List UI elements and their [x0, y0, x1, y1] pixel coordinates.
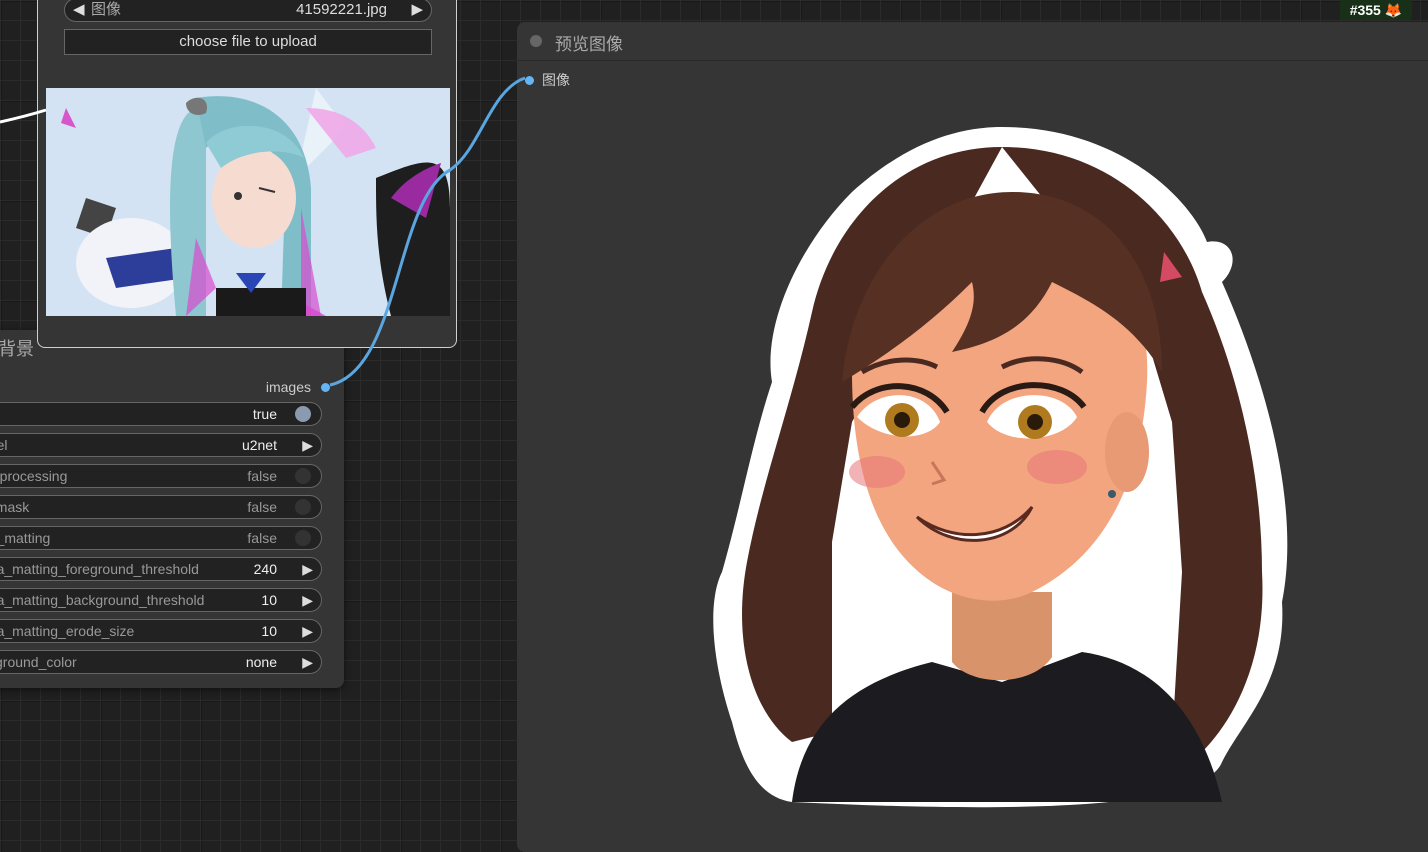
widget-label: y_mask	[0, 499, 30, 515]
combo-label: 图像	[91, 1, 122, 18]
anime-thumbnail-illustration	[46, 88, 450, 316]
preview-image	[713, 127, 1288, 808]
widget-value: false	[247, 530, 277, 546]
preview-image-node[interactable]: 预览图像 图像	[517, 22, 1428, 852]
combo-value: 41592221.jpg	[296, 1, 387, 18]
arrow-right-icon[interactable]: ▶	[302, 620, 313, 642]
collapse-dot-icon[interactable]	[530, 35, 542, 47]
fox-icon: 🦊	[1384, 2, 1403, 18]
arrow-right-icon[interactable]: ▶	[302, 651, 313, 673]
loaded-image-thumbnail	[46, 88, 450, 316]
toggle-off-icon[interactable]	[295, 468, 311, 484]
widget-value: 10	[261, 592, 277, 608]
widget-value: none	[245, 654, 277, 670]
widget-label: st_processing	[0, 468, 68, 484]
widget-only-mask[interactable]: y_mask false	[0, 495, 322, 519]
toggle-off-icon[interactable]	[295, 530, 311, 546]
queue-count: #355	[1349, 2, 1381, 18]
widget-value: u2net	[241, 437, 277, 453]
arrow-right-icon[interactable]: ▶	[302, 558, 313, 580]
node-title: 除背景	[0, 339, 34, 359]
output-dot-icon[interactable]	[321, 382, 330, 392]
widget-fg-threshold[interactable]: pha_matting_foreground_threshold 240 ▶	[0, 557, 322, 581]
widget-label: ckground_color	[0, 654, 77, 670]
node-title: 预览图像	[555, 35, 623, 54]
arrow-left-icon[interactable]: ◀	[73, 0, 85, 21]
remove-background-node[interactable]: 除背景 images 用 true odel u2net ▶ st_proces…	[0, 330, 344, 688]
arrow-right-icon[interactable]: ▶	[302, 589, 313, 611]
output-label: images	[265, 379, 311, 395]
input-label: 图像	[542, 72, 570, 88]
widget-label: pha_matting_background_threshold	[0, 592, 205, 608]
widget-erode-size[interactable]: pha_matting_erode_size 10 ▶	[0, 619, 322, 643]
widget-background-color[interactable]: ckground_color none ▶	[0, 650, 322, 674]
image-combo[interactable]: ◀ 图像 41592221.jpg ▶	[64, 0, 432, 22]
upload-button[interactable]: choose file to upload	[64, 29, 432, 55]
widget-value: 10	[261, 623, 277, 639]
widget-enabled[interactable]: 用 true	[0, 402, 322, 426]
widget-bg-threshold[interactable]: pha_matting_background_threshold 10 ▶	[0, 588, 322, 612]
input-slot-image[interactable]: 图像	[525, 70, 570, 90]
widget-label: pha_matting_erode_size	[0, 623, 135, 639]
widget-alpha-matting[interactable]: ha_matting false	[0, 526, 322, 550]
widget-value: 240	[253, 561, 277, 577]
widget-value: false	[247, 468, 277, 484]
toggle-on-icon[interactable]	[295, 406, 311, 422]
node-header[interactable]: 预览图像	[517, 22, 1428, 61]
widget-value: false	[247, 499, 277, 515]
toggle-off-icon[interactable]	[295, 499, 311, 515]
load-image-node[interactable]: ◀ 图像 41592221.jpg ▶ choose file to uploa…	[37, 0, 457, 348]
arrow-right-icon[interactable]: ▶	[302, 434, 313, 456]
widget-post-processing[interactable]: st_processing false	[0, 464, 322, 488]
widget-label: ha_matting	[0, 530, 51, 546]
widget-value: true	[252, 406, 277, 422]
widget-model[interactable]: odel u2net ▶	[0, 433, 322, 457]
output-slot-images[interactable]: images	[266, 378, 330, 396]
arrow-right-icon[interactable]: ▶	[411, 0, 423, 21]
widget-label: pha_matting_foreground_threshold	[0, 561, 199, 577]
queue-badge: #355 🦊	[1340, 0, 1412, 20]
widget-label: odel	[0, 437, 8, 453]
input-dot-icon[interactable]	[525, 75, 534, 85]
